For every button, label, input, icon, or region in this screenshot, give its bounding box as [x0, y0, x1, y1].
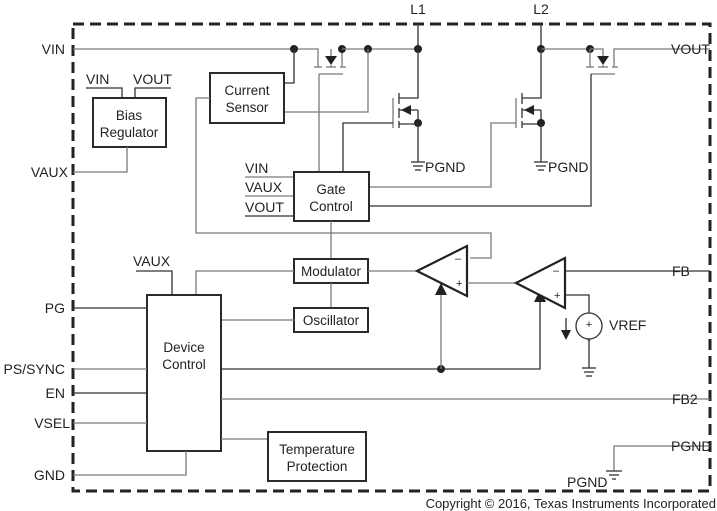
pgnd-label-2: PGND [548, 159, 588, 175]
low-side-switch-1 [392, 93, 425, 171]
gate-control-label-2: Control [309, 199, 353, 214]
pgnd-label-1: PGND [425, 159, 465, 175]
pin-fb: FB [672, 263, 690, 279]
device-vaux-wire [136, 270, 173, 295]
device-modulator-wire [195, 270, 294, 295]
device-vaux-label: VAUX [133, 253, 171, 269]
pin-vout: VOUT [671, 41, 710, 57]
copyright-notice: Copyright © 2016, Texas Instruments Inco… [426, 496, 716, 511]
vref-label: VREF [609, 317, 646, 333]
block-diagram: PGND PGND VIN VOUT Bias Regulator Curren… [4, 1, 716, 511]
oscillator-label: Oscillator [303, 313, 360, 328]
temperature-protection-label-1: Temperature [279, 442, 355, 457]
pin-vsel: VSEL [34, 415, 70, 431]
pin-l2: L2 [533, 1, 549, 17]
current-sensor-block [209, 72, 285, 124]
device-control-label-2: Control [162, 357, 206, 372]
current-sensor-label-1: Current [224, 83, 269, 98]
pin-vin: VIN [42, 41, 65, 57]
current-sensor-label-2: Sensor [226, 100, 269, 115]
gate-vin-label: VIN [245, 160, 268, 176]
gnd-wire [73, 451, 187, 476]
pin-pg: PG [45, 300, 65, 316]
bias-vout-label: VOUT [133, 71, 172, 87]
error-amp-plus: + [554, 290, 560, 302]
vref-wire [565, 294, 590, 313]
bias-regulator-label-2: Regulator [100, 125, 159, 140]
svg-text:+: + [586, 319, 592, 331]
ls2-gate-wire [369, 122, 516, 188]
pin-gnd: GND [34, 467, 65, 483]
device-enable-wire [221, 302, 541, 370]
modulator-label: Modulator [301, 264, 362, 279]
error-amp-minus: – [553, 265, 560, 277]
device-control-label-1: Device [163, 340, 204, 355]
pin-en: EN [46, 385, 65, 401]
temperature-protection-label-2: Protection [287, 459, 348, 474]
pin-ps-sync: PS/SYNC [4, 361, 65, 377]
gate-control-label-1: Gate [316, 182, 345, 197]
bias-vout-wire [134, 87, 171, 98]
pin-pgnd: PGND [671, 438, 711, 454]
current-sensor-out-wire [284, 49, 369, 113]
pin-fb2: FB2 [672, 391, 698, 407]
bias-regulator-label-1: Bias [116, 108, 143, 123]
vin-sense-wire [284, 49, 295, 84]
device-control-block [146, 294, 222, 452]
gate-vout-label: VOUT [245, 199, 284, 215]
pgnd-label-3: PGND [567, 474, 607, 490]
gate-vaux-label: VAUX [245, 179, 283, 195]
comparator-plus: + [456, 278, 462, 290]
low-side-switch-2 [515, 93, 548, 171]
bias-vin-wire [86, 87, 123, 98]
pin-l1: L1 [410, 1, 426, 17]
vref-source: + - [561, 312, 603, 377]
ls1-gate-wire [342, 122, 393, 172]
vaux-wire [73, 147, 128, 173]
pin-vaux: VAUX [31, 164, 69, 180]
pass-switch-1 [310, 45, 346, 75]
comparator-minus: – [455, 253, 462, 265]
bias-vin-label: VIN [86, 71, 109, 87]
pass2-gate-wire [369, 74, 592, 207]
